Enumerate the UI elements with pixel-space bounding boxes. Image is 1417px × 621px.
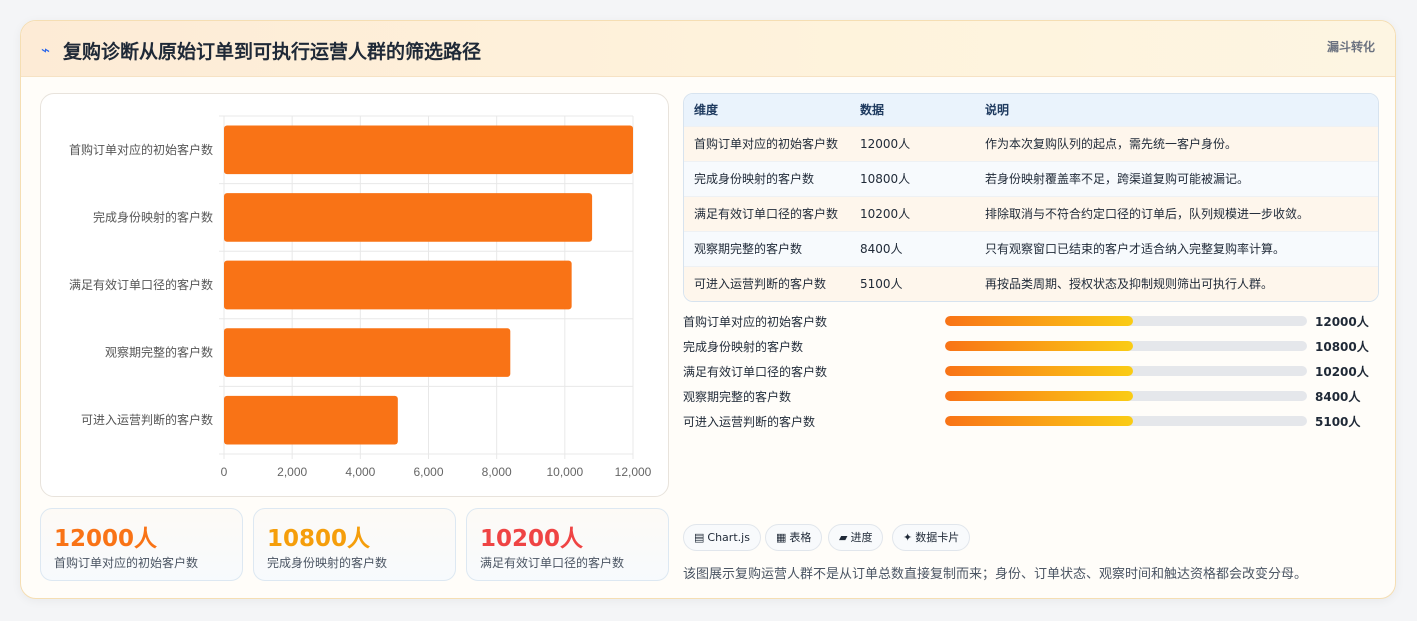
progress-row: 可进入运营判断的客户数 5100人 xyxy=(683,411,1383,431)
progress-fill xyxy=(945,366,1134,376)
stat-card-mapped: 10800人 完成身份映射的客户数 xyxy=(253,508,456,581)
progress-value: 12000人 xyxy=(1315,315,1369,329)
x-tick-label: 10,000 xyxy=(546,465,583,479)
progress-icon: ▰ xyxy=(839,531,848,544)
stat-card-initial: 12000人 首购订单对应的初始客户数 xyxy=(40,508,243,581)
stat-label: 完成身份映射的客户数 xyxy=(267,556,388,570)
page-title: 复购诊断从原始订单到可执行运营人群的筛选路径 xyxy=(63,41,482,63)
column-header: 说明 xyxy=(985,103,1010,117)
table-cell: 10200人 xyxy=(860,207,911,221)
progress-label: 可进入运营判断的客户数 xyxy=(683,415,816,429)
chip-label: Chart.js xyxy=(707,531,750,544)
progress-row: 满足有效订单口径的客户数 10200人 xyxy=(683,361,1383,381)
progress-row: 观察期完整的客户数 8400人 xyxy=(683,386,1383,406)
table-cell: 只有观察窗口已结束的客户才适合纳入完整复购率计算。 xyxy=(985,242,1286,256)
progress-track xyxy=(945,391,1307,401)
x-tick-label: 4,000 xyxy=(345,465,375,479)
table-cell: 若身份映射覆盖率不足，跨渠道复购可能被漏记。 xyxy=(985,172,1250,186)
bar-chart-panel: 0 2,000 4,000 6,000 8,000 10,000 12,000 首购订单对应的… xyxy=(40,93,669,497)
category-label: 首购订单对应的初始客户数 xyxy=(69,142,213,157)
table-row: 观察期完整的客户数 8400人 只有观察窗口已结束的客户才适合纳入完整复购率计算… xyxy=(684,232,1378,267)
progress-fill xyxy=(945,391,1134,401)
category-label: 可进入运营判断的客户数 xyxy=(81,412,213,427)
bar xyxy=(224,260,572,310)
x-tick-label: 6,000 xyxy=(413,465,443,479)
progress-track xyxy=(945,366,1307,376)
progress-label: 完成身份映射的客户数 xyxy=(683,340,804,354)
table-cell: 5100人 xyxy=(860,277,903,291)
chip-label: 数据卡片 xyxy=(915,531,960,544)
stat-value: 12000人 xyxy=(54,526,158,552)
table-row: 首购订单对应的初始客户数 12000人 作为本次复购队列的起点，需先统一客户身份… xyxy=(684,127,1378,162)
table-row: 满足有效订单口径的客户数 10200人 排除取消与不符合约定口径的订单后，队列规… xyxy=(684,197,1378,232)
table-cell: 满足有效订单口径的客户数 xyxy=(694,207,839,221)
chart-footnote: 该图展示复购运营人群不是从订单总数直接复制而来；身份、订单状态、观察时间和触达资… xyxy=(683,567,1308,582)
card-header: ⌁ 复购诊断从原始订单到可执行运营人群的筛选路径 漏斗转化 xyxy=(21,21,1395,77)
progress-label: 观察期完整的客户数 xyxy=(683,390,792,404)
table-cell: 作为本次复购队列的起点，需先统一客户身份。 xyxy=(985,137,1238,151)
table-header-row: 维度 数据 说明 xyxy=(684,94,1378,127)
category-label: 完成身份映射的客户数 xyxy=(93,209,213,224)
progress-value: 8400人 xyxy=(1315,390,1361,404)
stat-value: 10800人 xyxy=(267,526,371,552)
stat-value: 10200人 xyxy=(480,526,584,552)
stat-label: 首购订单对应的初始客户数 xyxy=(54,556,199,570)
report-card: ⌁ 复购诊断从原始订单到可执行运营人群的筛选路径 漏斗转化 0 2,000 4,00… xyxy=(20,20,1396,599)
category-label: 满足有效订单口径的客户数 xyxy=(69,277,213,292)
lightning-icon: ⌁ xyxy=(41,41,51,59)
column-header: 数据 xyxy=(860,103,885,117)
table-cell: 完成身份映射的客户数 xyxy=(694,172,815,186)
progress-track xyxy=(945,416,1307,426)
progress-track xyxy=(945,341,1307,351)
progress-row: 首购订单对应的初始客户数 12000人 xyxy=(683,311,1383,331)
table-cell: 8400人 xyxy=(860,242,903,256)
table-cell: 12000人 xyxy=(860,137,911,151)
table-cell: 排除取消与不符合约定口径的订单后，队列规模进一步收敛。 xyxy=(985,207,1310,221)
bar xyxy=(224,125,633,175)
bar xyxy=(224,193,593,242)
progress-row: 完成身份映射的客户数 10800人 xyxy=(683,336,1383,356)
progress-track xyxy=(945,316,1307,326)
table-icon: ▦ xyxy=(776,531,787,544)
x-tick-label: 12,000 xyxy=(615,465,652,479)
x-tick-label: 0 xyxy=(221,465,228,479)
progress-fill xyxy=(945,416,1134,426)
column-header: 维度 xyxy=(694,103,719,117)
category-tag: 漏斗转化 xyxy=(1326,40,1375,54)
table-cell: 首购订单对应的初始客户数 xyxy=(694,137,839,151)
table-cell: 观察期完整的客户数 xyxy=(694,242,803,256)
chip-data-cards[interactable]: ✦ 数据卡片 xyxy=(892,524,971,551)
progress-value: 5100人 xyxy=(1315,415,1361,429)
progress-fill xyxy=(945,316,1134,326)
table-row: 可进入运营判断的客户数 5100人 再按品类周期、授权状态及抑制规则筛出可执行人… xyxy=(684,267,1378,301)
x-tick-label: 2,000 xyxy=(277,465,307,479)
bar xyxy=(224,395,398,445)
progress-value: 10800人 xyxy=(1315,340,1369,354)
chart-icon: ▤ xyxy=(694,531,705,544)
category-label: 观察期完整的客户数 xyxy=(105,345,213,360)
table-cell: 10800人 xyxy=(860,172,911,186)
progress-label: 满足有效订单口径的客户数 xyxy=(683,365,828,379)
table-cell: 可进入运营判断的客户数 xyxy=(694,277,827,291)
chip-progress[interactable]: ▰ 进度 xyxy=(828,524,884,551)
progress-value: 10200人 xyxy=(1315,365,1369,379)
chip-label: 进度 xyxy=(850,531,873,544)
table-cell: 再按品类周期、授权状态及抑制规则筛出可执行人群。 xyxy=(985,277,1274,291)
x-tick-label: 8,000 xyxy=(482,465,512,479)
chip-label: 表格 xyxy=(789,531,812,544)
table-row: 完成身份映射的客户数 10800人 若身份映射覆盖率不足，跨渠道复购可能被漏记。 xyxy=(684,162,1378,197)
progress-label: 首购订单对应的初始客户数 xyxy=(683,315,828,329)
sparkle-icon: ✦ xyxy=(903,531,913,544)
chip-table[interactable]: ▦ 表格 xyxy=(765,524,823,551)
bar xyxy=(224,328,511,377)
funnel-bar-chart: 0 2,000 4,000 6,000 8,000 10,000 12,000 首购订单对应的… xyxy=(69,115,652,479)
stat-card-valid: 10200人 满足有效订单口径的客户数 xyxy=(466,508,669,581)
progress-fill xyxy=(945,341,1134,351)
data-table: 维度 数据 说明 首购订单对应的初始客户数 12000人 作为本次复购队列的起点… xyxy=(683,93,1379,302)
stat-label: 满足有效订单口径的客户数 xyxy=(480,556,625,570)
chip-chartjs[interactable]: ▤ Chart.js xyxy=(683,524,761,551)
